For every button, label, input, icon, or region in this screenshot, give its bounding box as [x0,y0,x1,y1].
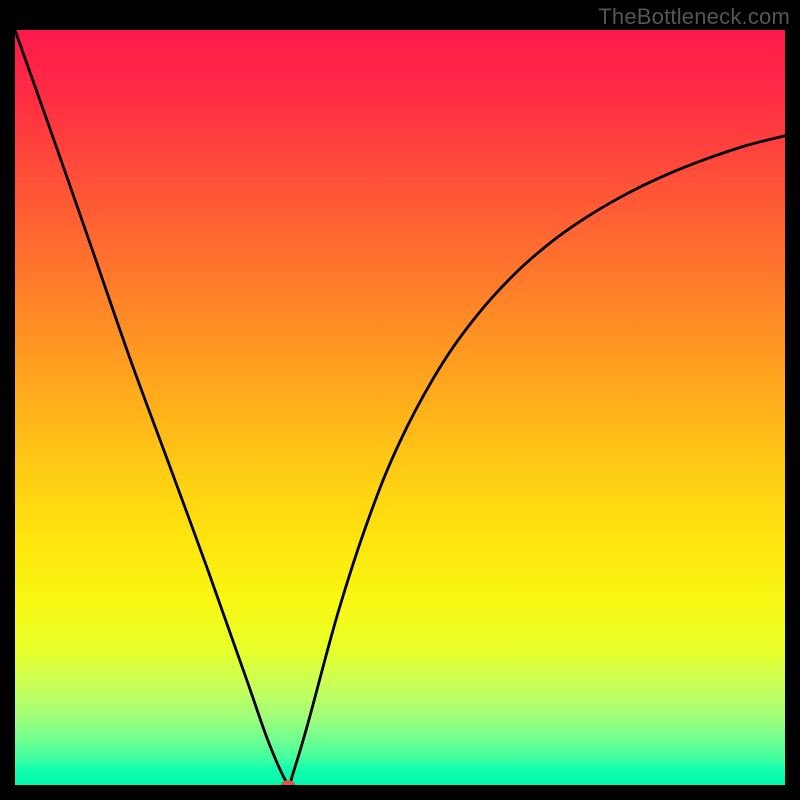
optimal-point-marker [281,780,295,785]
bottleneck-curve [15,30,785,785]
watermark-text: TheBottleneck.com [598,4,790,30]
chart-plot-area [15,30,785,785]
chart-curve-svg [15,30,785,785]
